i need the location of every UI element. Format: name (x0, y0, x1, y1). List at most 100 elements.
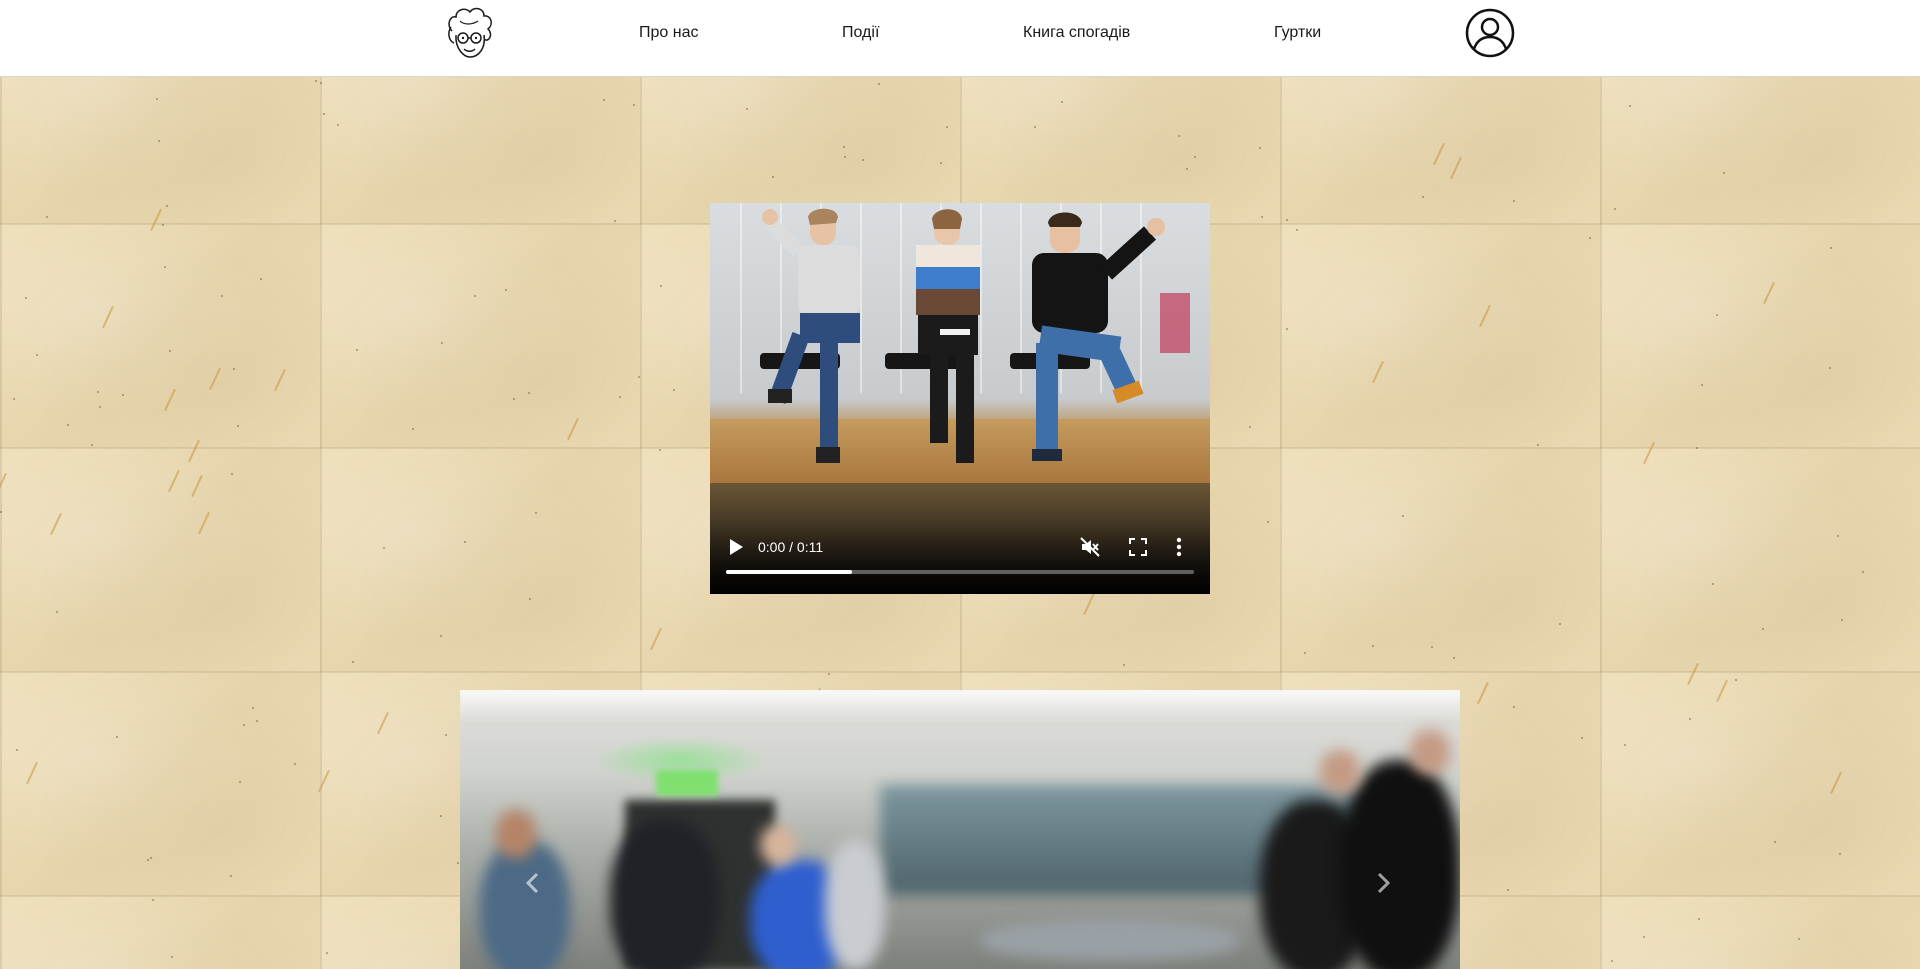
paper-speck (323, 113, 325, 115)
chevron-right-icon[interactable] (1368, 868, 1398, 898)
paper-speck (1286, 328, 1288, 330)
paper-speck (1862, 571, 1864, 573)
paper-fiber (650, 627, 662, 651)
paper-speck (638, 376, 640, 378)
paper-speck (171, 956, 173, 958)
paper-speck (474, 295, 476, 297)
paper-speck (122, 394, 124, 396)
mute-icon[interactable] (1080, 537, 1100, 557)
paper-fiber (274, 368, 286, 392)
paper-speck (1716, 314, 1718, 316)
paper-speck (1507, 889, 1509, 891)
video-progress-bar[interactable] (726, 570, 1194, 574)
paper-speck (1267, 521, 1269, 523)
exit-sign (656, 770, 718, 796)
paper-speck (1178, 135, 1180, 137)
paper-fiber (1716, 679, 1728, 703)
nav-link-memory-book[interactable]: Книга спогадів (1023, 24, 1130, 42)
paper-speck (169, 350, 171, 352)
paper-fiber (1477, 681, 1489, 705)
paper-speck (1061, 101, 1063, 103)
paper-fiber (1372, 360, 1384, 384)
paper-fiber (1450, 156, 1462, 180)
paper-speck (1723, 172, 1725, 174)
paper-speck (67, 424, 69, 426)
paper-speck (152, 899, 154, 901)
paper-speck (97, 391, 99, 393)
nav-link-about[interactable]: Про нас (639, 24, 698, 42)
paper-speck (243, 724, 245, 726)
paper-speck (1841, 619, 1843, 621)
paper-speck (1537, 444, 1539, 446)
paper-speck (746, 108, 748, 110)
paper-speck (56, 611, 58, 613)
chevron-left-icon[interactable] (518, 868, 548, 898)
paper-fiber (1433, 142, 1445, 166)
paper-speck (1839, 853, 1841, 855)
paper-speck (294, 763, 296, 765)
paper-speck (412, 428, 414, 430)
paper-speck (441, 342, 443, 344)
paper-speck (383, 547, 385, 549)
paper-fiber (1643, 441, 1655, 465)
paper-fiber (209, 367, 221, 391)
paper-speck (1581, 737, 1583, 739)
paper-speck (25, 297, 27, 299)
paper-speck (1513, 200, 1515, 202)
paper-speck (1296, 229, 1298, 231)
paper-fiber (188, 439, 200, 463)
paper-speck (91, 444, 93, 446)
paper-speck (1774, 841, 1776, 843)
nav-link-clubs[interactable]: Гуртки (1274, 24, 1321, 42)
paper-speck (1698, 918, 1700, 920)
paper-speck (1034, 126, 1036, 128)
more-vert-icon[interactable] (1176, 537, 1182, 557)
paper-speck (16, 749, 18, 751)
photo-carousel (460, 690, 1460, 969)
paper-speck (1261, 216, 1263, 218)
paper-speck (337, 124, 339, 126)
paper-speck (1830, 247, 1832, 249)
paper-speck (1798, 938, 1800, 940)
fullscreen-icon[interactable] (1129, 538, 1147, 556)
paper-speck (352, 661, 354, 663)
paper-speck (46, 216, 48, 218)
play-icon[interactable] (728, 538, 744, 556)
paper-speck (166, 205, 168, 207)
paper-fiber (150, 208, 162, 232)
video-time-display: 0:00 / 0:11 (758, 539, 824, 555)
video-frame[interactable] (710, 203, 1210, 483)
paper-speck (99, 406, 101, 408)
user-circle-icon[interactable] (1465, 8, 1515, 58)
paper-speck (13, 398, 15, 400)
paper-speck (162, 224, 164, 226)
paper-fiber (1083, 592, 1095, 616)
paper-speck (356, 349, 358, 351)
paper-speck (1559, 623, 1561, 625)
paper-speck (843, 146, 845, 148)
paper-speck (326, 952, 328, 954)
paper-speck (156, 98, 158, 100)
paper-speck (464, 541, 466, 543)
paper-speck (320, 82, 322, 84)
paper-speck (158, 140, 160, 142)
paper-speck (1422, 196, 1424, 198)
paper-speck (440, 815, 442, 817)
paper-fiber (50, 512, 62, 536)
paper-speck (1829, 367, 1831, 369)
paper-fiber (168, 469, 180, 493)
video-progress-fill (726, 570, 853, 574)
paper-speck (828, 673, 830, 675)
paper-fiber (102, 305, 114, 329)
video-player[interactable]: 0:00 / 0:11 (710, 203, 1210, 594)
paper-speck (116, 736, 118, 738)
paper-speck (603, 99, 605, 101)
paper-speck (528, 392, 530, 394)
paper-speck (1123, 664, 1125, 666)
paper-speck (619, 396, 621, 398)
paper-speck (1589, 237, 1591, 239)
nav-link-events[interactable]: Події (842, 24, 879, 42)
paper-speck (614, 220, 616, 222)
grandma-face-logo-icon[interactable] (442, 5, 496, 61)
paper-fiber (0, 472, 7, 496)
